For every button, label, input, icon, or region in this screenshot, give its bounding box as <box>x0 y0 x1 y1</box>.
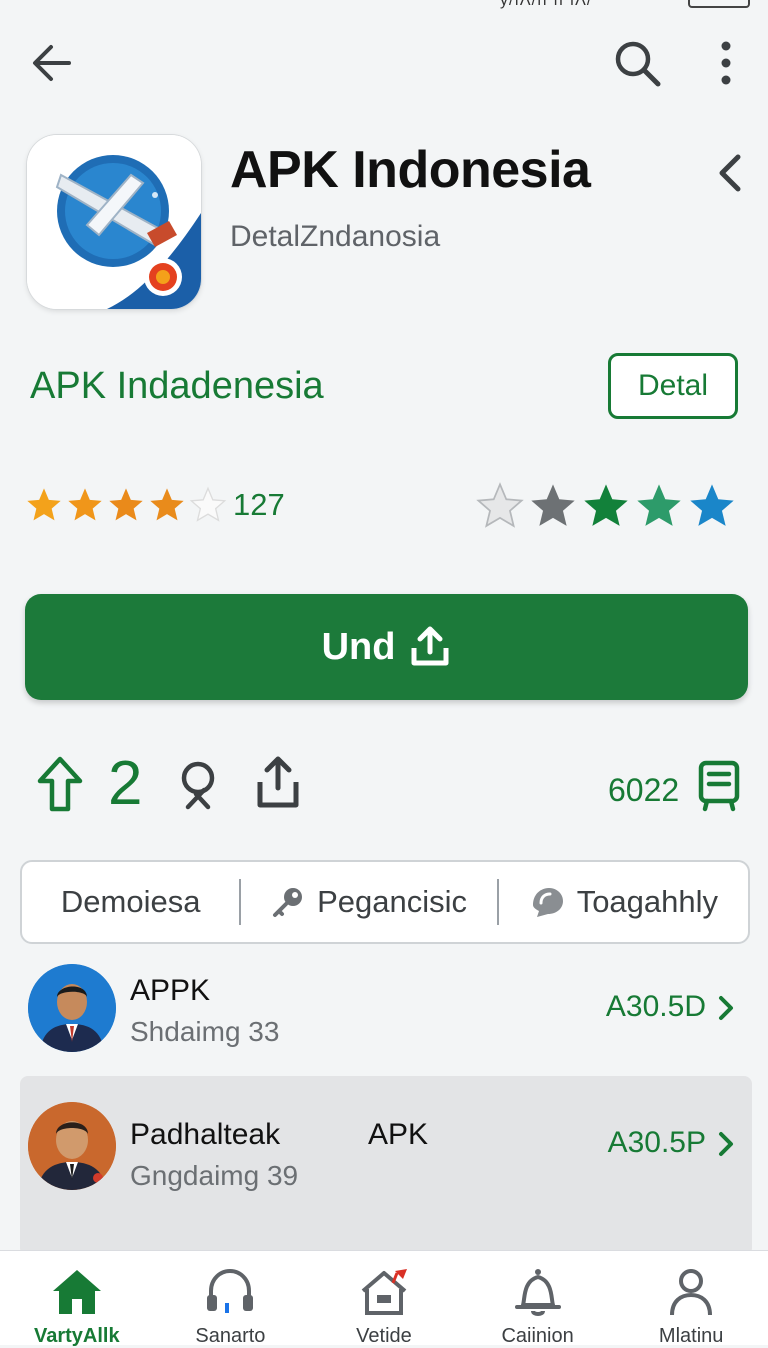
star-icon[interactable] <box>474 480 526 532</box>
nav-label: Sanarto <box>195 1325 266 1347</box>
person-icon <box>670 1269 713 1316</box>
app-title: APK Indonesia <box>230 141 591 199</box>
rating-stars: 127 <box>24 485 285 525</box>
star-outline-icon <box>189 486 227 522</box>
star-icon[interactable] <box>633 480 685 532</box>
details-doc-button[interactable] <box>697 760 741 812</box>
list-item-tag: APK <box>368 1118 429 1151</box>
nav-label: Mlatinu <box>658 1325 724 1347</box>
list-item[interactable]: APPK Shdaimg 33 A30.5D <box>20 956 752 1086</box>
detail-button[interactable]: Detal <box>608 353 738 419</box>
search-button[interactable] <box>610 36 664 90</box>
battery-icon <box>688 0 750 8</box>
magnifier-person-icon <box>181 761 215 810</box>
chevron-right-icon <box>719 1132 733 1156</box>
more-options-button[interactable] <box>706 36 746 90</box>
nav-item-updates[interactable]: Vetide <box>314 1251 454 1348</box>
list-item-subtitle: Shdaimg 33 <box>130 1016 280 1047</box>
tab-label: Demoiesa <box>60 884 201 919</box>
share-icon <box>257 756 299 808</box>
downloads-count: 6022 <box>608 772 680 808</box>
chat-bubbles-icon <box>532 888 563 917</box>
share-button[interactable] <box>255 756 301 810</box>
person-avatar-icon <box>28 964 116 1052</box>
rating-count: 127 <box>233 487 285 522</box>
star-icon[interactable] <box>686 480 738 532</box>
tab-label: Toagahhly <box>576 884 719 919</box>
nav-label: VartyAllk <box>33 1325 120 1347</box>
collapse-button[interactable] <box>706 150 752 196</box>
tab-pegancisic[interactable]: Pegancisic <box>241 862 496 942</box>
bell-icon <box>514 1269 561 1316</box>
person-avatar-icon <box>28 1102 116 1190</box>
star-icon[interactable] <box>527 480 579 532</box>
nav-label: Vetide <box>356 1325 412 1347</box>
chevron-left-icon <box>719 154 741 192</box>
plane-logo-icon <box>27 135 201 309</box>
star-icon <box>150 488 184 521</box>
list-item[interactable]: Padhalteak APK Gngdaimg 39 A30.5P <box>20 1076 752 1256</box>
bottom-navigation: VartyAllk Sanarto Vetide Caiinion Mlatin… <box>0 1250 768 1348</box>
avatar <box>28 964 116 1052</box>
arrow-left-icon <box>33 45 71 81</box>
search-person-button[interactable] <box>176 760 220 810</box>
avatar <box>28 1102 116 1190</box>
app-icon <box>27 135 201 309</box>
chevron-right-icon <box>719 996 733 1020</box>
home-icon <box>52 1270 101 1314</box>
more-vert-icon <box>721 41 731 85</box>
install-label: Und <box>321 625 396 668</box>
search-icon <box>615 41 661 87</box>
upload-icon <box>411 626 449 666</box>
nav-label: Caiinion <box>501 1325 574 1347</box>
nav-item-home[interactable]: VartyAllk <box>7 1251 147 1348</box>
tab-label: Pegancisic <box>317 884 468 919</box>
nav-item-support[interactable]: Sanarto <box>160 1251 300 1348</box>
star-icon[interactable] <box>580 480 632 532</box>
list-item-name: Padhalteak <box>130 1118 281 1151</box>
document-icon <box>698 760 740 812</box>
status-bar-fragment: ÿ/ıΛ/ıı ıı ıΛ/ <box>500 0 593 9</box>
rate-this-app-stars[interactable] <box>474 480 739 532</box>
tab-bar: Demoiesa Pegancisic Toagahhly <box>20 860 750 944</box>
star-icon <box>109 488 143 521</box>
install-button[interactable]: Und <box>25 594 748 700</box>
upvote-button[interactable] <box>36 756 84 812</box>
key-icon <box>273 888 303 917</box>
back-button[interactable] <box>26 38 76 88</box>
star-icon <box>27 488 61 521</box>
list-item-price: A30.5D <box>605 990 706 1023</box>
house-flag-icon <box>361 1269 407 1315</box>
action-count: 2 <box>108 749 143 818</box>
app-subtitle: DetalZndanosia <box>230 220 441 253</box>
tab-toagahhly[interactable]: Toagahhly <box>499 862 748 942</box>
headset-icon <box>207 1268 254 1313</box>
list-item-name: APPK <box>130 974 211 1007</box>
star-icon <box>68 488 102 521</box>
list-item-subtitle: Gngdaimg 39 <box>130 1160 299 1191</box>
nav-item-profile[interactable]: Mlatinu <box>621 1251 761 1348</box>
arrow-up-outline-icon <box>37 756 83 812</box>
developer-name[interactable]: APK Indadenesia <box>30 365 324 408</box>
list-item-price: A30.5P <box>607 1126 706 1159</box>
tab-demoiesa[interactable]: Demoiesa <box>22 862 239 942</box>
nav-item-notifications[interactable]: Caiinion <box>468 1251 608 1348</box>
